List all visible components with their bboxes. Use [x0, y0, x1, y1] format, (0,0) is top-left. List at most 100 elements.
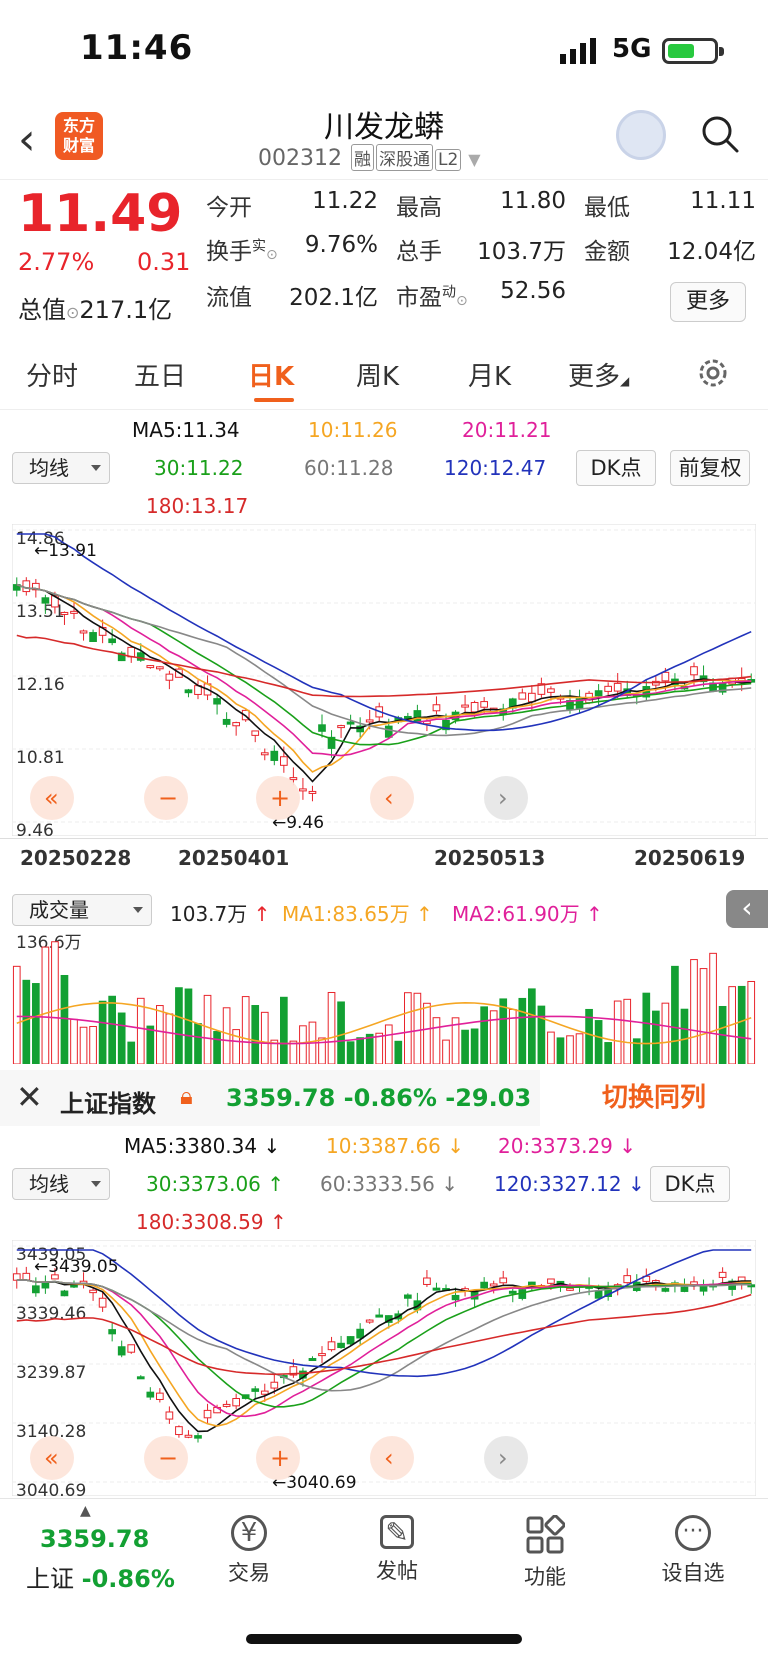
tag-level2: L2 — [434, 149, 462, 171]
indicator-select[interactable]: 均线 — [12, 452, 110, 484]
date-label-3: 20250513 — [434, 846, 546, 870]
adjust-button[interactable]: 前复权 — [670, 450, 750, 486]
low-label: 最低 — [584, 195, 630, 221]
assistant-avatar-icon[interactable] — [616, 110, 666, 160]
tag-margin: 融 — [350, 144, 374, 171]
index-indicator-label: 均线 — [29, 1172, 69, 1196]
index-ma180-label: 180:3308.59 ↑ — [136, 1210, 287, 1234]
volume-bar — [32, 983, 40, 1064]
volume-bar — [41, 946, 50, 1064]
candle-body — [79, 630, 88, 634]
y-tick-label: 10.81 — [16, 748, 65, 768]
collapse-icon[interactable]: ‹ — [726, 890, 768, 928]
amount-label: 金额 — [584, 239, 630, 265]
volume-bar — [165, 1013, 174, 1064]
bottom-index-row[interactable]: 上证 -0.86% — [26, 1559, 175, 1594]
candle-body — [337, 1342, 345, 1349]
candle-body — [184, 689, 193, 694]
trade-label: 交易 — [228, 1561, 270, 1585]
index-ma30-text: 30:3373.06 — [146, 1172, 261, 1196]
candle-body — [308, 1358, 317, 1362]
volume-bar — [194, 1023, 202, 1064]
kline-chart[interactable]: 14.8613.5112.1610.819.46←13.91←9.46« − + ‹ › — [12, 524, 756, 836]
tab-daily-k[interactable]: 日K — [248, 356, 294, 393]
candle-body — [308, 790, 317, 794]
volume-bar — [604, 1042, 612, 1064]
ma-line — [16, 1279, 752, 1408]
date-label-4: 20250619 — [634, 846, 746, 870]
volume-bar — [260, 1011, 269, 1064]
info-icon: ⊙ — [266, 247, 278, 263]
volume-bar — [79, 1026, 88, 1064]
close-icon[interactable]: ✕ — [16, 1078, 43, 1116]
expand-up-icon[interactable]: ▲ — [80, 1503, 91, 1519]
candle-body — [41, 597, 50, 604]
ma-line — [16, 634, 752, 698]
candle-body — [480, 701, 488, 708]
search-icon[interactable] — [700, 114, 740, 154]
candle-body — [232, 1398, 240, 1407]
index-dk-point-button[interactable]: DK点 — [650, 1166, 730, 1202]
add-watchlist-button[interactable]: ··· 设自选 — [628, 1515, 758, 1587]
volume-bar — [518, 997, 527, 1064]
home-indicator — [246, 1634, 522, 1644]
float-value: 202.1亿 — [289, 285, 378, 311]
turnover-label: 换手实⊙ — [206, 232, 278, 266]
tab-five-day[interactable]: 五日 — [134, 356, 186, 393]
high-price-label: ←13.91 — [34, 541, 97, 561]
tab-intraday[interactable]: 分时 — [26, 356, 78, 393]
candle-body — [508, 1290, 517, 1294]
lock-icon[interactable]: 🔒︎ — [180, 1082, 193, 1110]
bottom-index-value[interactable]: 3359.78 — [40, 1525, 149, 1553]
candle-body — [318, 724, 326, 732]
trade-button[interactable]: ¥ 交易 — [184, 1515, 314, 1587]
open-label: 今开 — [206, 195, 252, 221]
functions-button[interactable]: 功能 — [480, 1514, 610, 1591]
change-amount: 0.31 — [137, 248, 191, 276]
tab-more[interactable]: 更多◢ — [568, 356, 629, 393]
stock-code-row[interactable]: 002312 融深股通 L2 ▼ — [258, 144, 481, 171]
chart-control-glyph: › — [498, 784, 508, 812]
candle-body — [594, 1290, 603, 1299]
grid-icon — [525, 1514, 566, 1555]
high-value: 11.80 — [500, 188, 566, 214]
volume-bar — [98, 1000, 107, 1064]
pe-label: 市盈动⊙ — [396, 278, 468, 312]
candle-body — [489, 1283, 498, 1287]
candle-body — [680, 1286, 689, 1292]
index-ma180-text: 180:3308.59 — [136, 1210, 264, 1234]
dk-point-button[interactable]: DK点 — [576, 450, 656, 486]
settings-icon[interactable] — [696, 356, 730, 390]
index-kline-chart[interactable]: 3439.053339.463239.873140.283040.69←3439… — [12, 1240, 756, 1496]
volume-bar — [365, 1033, 374, 1064]
post-button[interactable]: ✎ 发帖 — [332, 1515, 462, 1585]
status-bar: 11:46 5G — [0, 0, 768, 100]
volume-bar — [528, 988, 536, 1064]
volume-bar — [423, 1002, 431, 1064]
chart-control-glyph: − — [158, 1444, 178, 1472]
volume-indicator-select[interactable]: 成交量 — [12, 894, 152, 926]
index-indicator-select[interactable]: 均线 — [12, 1168, 110, 1200]
index-value: 3359.78 — [226, 1084, 336, 1112]
volume-chart[interactable]: 136.6万 — [12, 928, 756, 1064]
candle-body — [175, 1426, 183, 1436]
tab-weekly-k[interactable]: 周K — [356, 356, 399, 393]
volume-bar — [184, 988, 193, 1064]
volume-value: 103.7万 — [477, 239, 566, 265]
volume-bar — [661, 1002, 670, 1064]
candle-body — [60, 611, 69, 615]
candle-body — [117, 1346, 126, 1356]
tab-monthly-k[interactable]: 月K — [468, 356, 511, 393]
high-price-label: ←3439.05 — [34, 1257, 119, 1277]
index-ma5-label: MA5:3380.34 ↓ — [124, 1134, 281, 1158]
more-button[interactable]: 更多 — [670, 282, 746, 322]
candle-body — [156, 1392, 164, 1400]
volume-bar — [337, 1001, 345, 1064]
candle-body — [89, 632, 97, 642]
candle-body — [108, 638, 116, 644]
candle-body — [12, 1273, 21, 1281]
candle-body — [384, 725, 393, 738]
ma20-label: 20:11.21 — [462, 418, 552, 442]
switch-column-button[interactable]: 切换同列 — [540, 1070, 768, 1126]
candle-body — [270, 1381, 279, 1389]
